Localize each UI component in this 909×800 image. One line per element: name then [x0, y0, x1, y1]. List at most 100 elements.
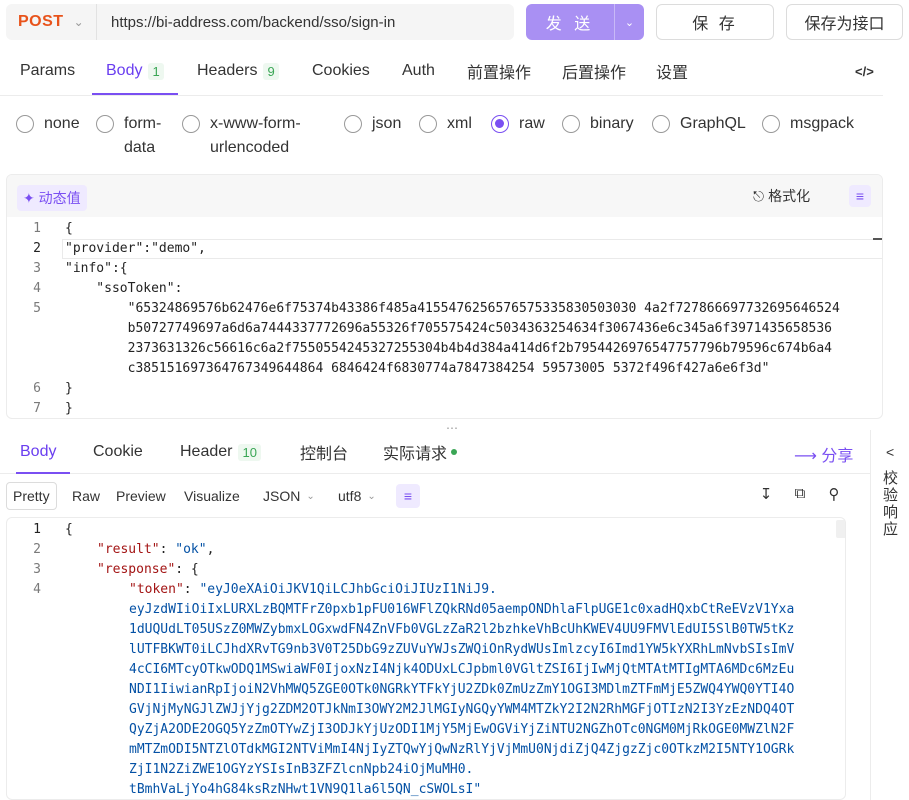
- tab-body[interactable]: Body 1: [106, 46, 164, 96]
- chevron-left-icon[interactable]: <: [886, 444, 894, 460]
- radio-label: x-www-form-urlencoded: [210, 112, 301, 160]
- radio-label-line: data: [124, 139, 156, 156]
- url-box: POST ⌄ https://bi-address.com/backend/ss…: [6, 4, 514, 40]
- format-button[interactable]: ⎋ 格式化: [753, 186, 810, 206]
- line-number: 1: [33, 522, 41, 537]
- tab-label: 后置操作: [562, 65, 627, 82]
- count-badge: 10: [238, 443, 261, 461]
- radio-label: json: [372, 115, 402, 132]
- token-line: NDI1IiwianRpIjoiN2VhMWQ5ZGE0OTk0NGRkYTFk…: [129, 682, 795, 697]
- line-number: 4: [33, 281, 41, 296]
- radio-x-www-form-urlencoded[interactable]: x-www-form-urlencoded: [182, 112, 301, 160]
- radio-binary[interactable]: binary: [562, 112, 634, 136]
- radio-icon: [419, 115, 437, 133]
- method-select[interactable]: POST ⌄: [6, 13, 96, 31]
- tab-params[interactable]: Params: [20, 46, 75, 96]
- format-select[interactable]: JSON ⌄: [263, 482, 315, 510]
- code-line: "65324869576b62476e6f75374b43386f485a415…: [65, 301, 840, 316]
- method-label: POST: [18, 13, 64, 30]
- tab-console[interactable]: 控制台: [300, 430, 348, 474]
- token-line: eyJzdWIiOiIxLURXLzBQMTFrZ0pxb1pFU016WFlZ…: [129, 602, 795, 617]
- tab-pre-operations[interactable]: 前置操作: [467, 46, 531, 96]
- radio-icon: [16, 115, 34, 133]
- radio-selected-icon: [491, 115, 509, 133]
- active-tab-indicator: [16, 472, 70, 474]
- format-label: 格式化: [768, 188, 811, 204]
- view-raw-button[interactable]: Raw: [72, 482, 100, 510]
- radio-label: form-data: [124, 112, 161, 160]
- radio-label: raw: [519, 115, 545, 132]
- encoding-select[interactable]: utf8 ⌄: [338, 482, 376, 510]
- send-button[interactable]: 发 送 ⌄: [526, 4, 644, 40]
- radio-icon: [762, 115, 780, 133]
- token-line: mMTZmODI5NTZlOTdkMGI2NTViMmI4NjIyZTQwYjQ…: [129, 742, 795, 757]
- copy-icon[interactable]: ⧉: [790, 485, 810, 505]
- response-view-toolbar: Pretty Raw Preview Visualize JSON ⌄ utf8 ⌄…: [6, 482, 866, 512]
- line-number: 4: [33, 582, 41, 597]
- chevron-down-icon[interactable]: ⌄: [615, 16, 644, 29]
- code-line: "response": {: [97, 562, 199, 577]
- tab-settings[interactable]: 设置: [656, 46, 688, 96]
- api-client-window: POST ⌄ https://bi-address.com/backend/ss…: [0, 0, 909, 800]
- tab-headers[interactable]: Headers 9: [197, 46, 279, 96]
- radio-label-line: form-: [124, 115, 162, 132]
- code-icon[interactable]: </>: [855, 46, 874, 96]
- search-icon[interactable]: ⚲: [824, 485, 844, 505]
- json-key: "response": [97, 562, 176, 577]
- tab-label: 控制台: [300, 446, 349, 463]
- wrap-lines-icon[interactable]: ≡: [396, 484, 420, 508]
- tab-response-body[interactable]: Body: [20, 430, 56, 474]
- code-line: }: [65, 381, 73, 396]
- encoding-value: utf8: [338, 488, 362, 504]
- tab-auth[interactable]: Auth: [402, 46, 435, 96]
- radio-icon: [562, 115, 580, 133]
- code-line: c385151697364767349644864 6846424f683077…: [65, 361, 770, 376]
- line-number: 5: [33, 301, 41, 316]
- save-button[interactable]: 保 存: [656, 4, 774, 40]
- response-body-viewer[interactable]: 1 2 3 4 { "result": "ok", "response": { …: [6, 517, 846, 800]
- url-input[interactable]: https://bi-address.com/backend/sso/sign-…: [97, 14, 395, 31]
- tab-label: Header: [180, 443, 233, 460]
- tab-post-operations[interactable]: 后置操作: [562, 46, 626, 96]
- code-line: "provider":"demo",: [65, 241, 206, 256]
- tab-cookie[interactable]: Cookie: [93, 430, 143, 474]
- radio-label: xml: [447, 115, 472, 132]
- share-button[interactable]: ⟶ 分享: [794, 442, 853, 466]
- request-body-editor[interactable]: ✦ 动态值 ⎋ 格式化 ≡ 1 2 3 4 5 6 7 { "provider":…: [6, 174, 883, 419]
- save-as-api-button[interactable]: 保存为接口: [786, 4, 903, 40]
- view-pretty-button[interactable]: Pretty: [6, 482, 57, 510]
- magic-wand-icon: ✦: [23, 190, 35, 206]
- view-visualize-button[interactable]: Visualize: [184, 482, 240, 510]
- request-tabs: Params Body 1 Headers 9 Cookies Auth 前置操作 …: [0, 46, 883, 96]
- radio-form-data[interactable]: form-data: [96, 112, 161, 160]
- view-preview-button[interactable]: Preview: [116, 482, 166, 510]
- tab-label: 设置: [656, 65, 689, 82]
- radio-none[interactable]: none: [16, 112, 80, 136]
- radio-xml[interactable]: xml: [419, 112, 472, 136]
- token-line: QyZjA2ODE2OGQ5YzZmOTYwZjI3ODJkYjUzODI1Mj…: [129, 722, 795, 737]
- radio-msgpack[interactable]: msgpack: [762, 112, 854, 136]
- token-line: 4cCI6MTcyOTkwODQ1MSwiaWF0IjoxNzI4Njk4ODU…: [129, 662, 795, 677]
- text-cursor: [873, 238, 882, 240]
- tab-label: 实际请求: [383, 446, 448, 463]
- line-number: 1: [33, 221, 41, 236]
- wrap-lines-icon[interactable]: ≡: [849, 185, 871, 207]
- scrollbar[interactable]: [836, 520, 845, 538]
- radio-raw[interactable]: raw: [491, 112, 545, 136]
- radio-label: binary: [590, 115, 634, 132]
- send-label: 发 送: [545, 16, 595, 33]
- radio-json[interactable]: json: [344, 112, 401, 136]
- line-number: 2: [33, 241, 41, 256]
- line-number: 3: [33, 562, 41, 577]
- code-line: "info":{: [65, 261, 128, 276]
- radio-graphql[interactable]: GraphQL: [652, 112, 746, 136]
- download-icon[interactable]: ↧: [756, 485, 776, 505]
- code-line: {: [65, 221, 73, 236]
- validate-response-label[interactable]: 校验响应: [883, 470, 901, 538]
- tab-label: Body: [20, 443, 57, 460]
- tab-actual-request[interactable]: 实际请求: [383, 430, 458, 474]
- tab-cookies[interactable]: Cookies: [312, 46, 370, 96]
- validate-response-panel[interactable]: < 校验响应: [870, 430, 909, 800]
- dynamic-value-button[interactable]: ✦ 动态值: [17, 185, 87, 211]
- tab-header[interactable]: Header 10: [180, 430, 261, 474]
